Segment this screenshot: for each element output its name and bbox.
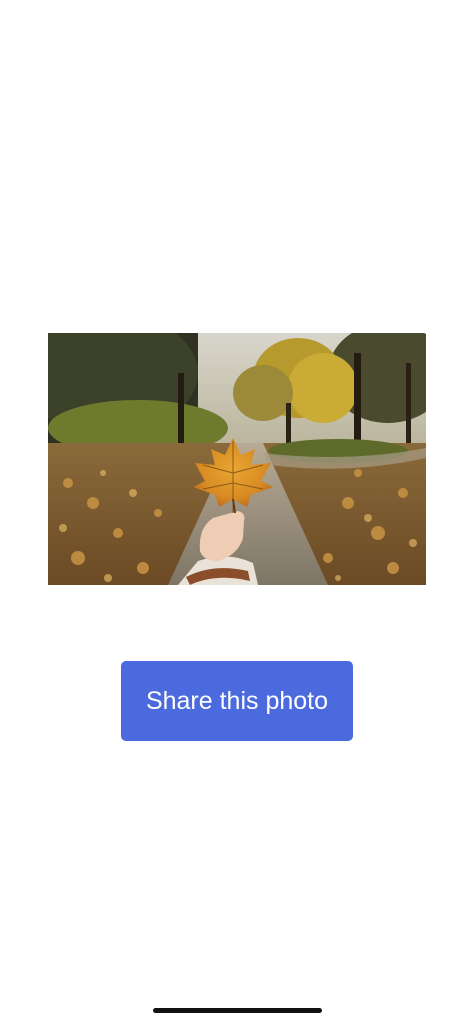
home-indicator [153, 1008, 322, 1013]
share-photo-button[interactable]: Share this photo [121, 661, 353, 741]
autumn-leaf-photo [48, 333, 426, 585]
app-screen: Share this photo [0, 0, 474, 1024]
